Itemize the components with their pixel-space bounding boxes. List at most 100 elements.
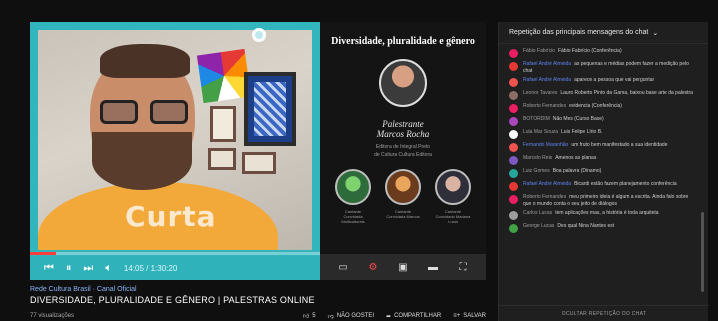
chat-message-text: Amenos as planas <box>555 155 597 161</box>
chat-message: Carlos Lucas tem aplicações mas, a histór… <box>509 210 696 220</box>
thumbs-up-icon: 👍︎ <box>302 314 310 320</box>
chat-scrollbar[interactable] <box>701 212 704 292</box>
chat-author-name[interactable]: Rafael André Almeida <box>523 181 571 187</box>
thumbs-down-icon: 👎︎ <box>327 314 334 320</box>
chat-author-name[interactable]: Leonor Tavares <box>523 90 557 96</box>
chat-message-text: Bicardi estão fazem planejamento conferê… <box>574 181 677 187</box>
chat-author-avatar[interactable] <box>509 224 518 233</box>
dislike-button[interactable]: 👎︎ NÃO GOSTEI <box>328 312 374 320</box>
next-icon[interactable]: ⏭ <box>83 262 93 275</box>
chat-author-avatar[interactable] <box>509 91 518 100</box>
chat-message-text: tem aplicações mas, a história é toda ar… <box>555 210 659 216</box>
chat-author-name[interactable]: Roberto Fernandes <box>523 194 566 200</box>
chat-author-avatar[interactable] <box>509 117 518 126</box>
speaker-description: Editora de Integral Preto de Cultura Cul… <box>374 144 432 158</box>
player-controls: ⏮ ⏸ ⏭ 🔈︎ 14:05 / 1:30:20 <box>30 256 320 280</box>
chat-message-text: Des qual Nina Nantes est <box>557 223 615 229</box>
live-indicator-icon <box>252 28 266 42</box>
youtube-live-page: Curta ⏮ ⏸ ⏭ 🔈︎ 14:05 / 1:30:20 Diversida… <box>0 0 718 321</box>
like-button[interactable]: 👍︎ 5 <box>303 312 316 320</box>
share-button[interactable]: ➦ COMPARTILHAR <box>386 313 441 320</box>
chat-author-name[interactable]: Rafael André Almeida <box>523 61 571 67</box>
chat-author-name[interactable]: Marcelo Reis <box>523 155 552 161</box>
guest-avatar <box>335 169 371 205</box>
pause-icon[interactable]: ⏸ <box>66 262 72 275</box>
chat-message: Marcelo Reis Amenos as planas <box>509 155 696 165</box>
save-button[interactable]: ≡+ SALVAR <box>453 313 486 319</box>
chat-author-name[interactable]: Lula Mar Souza <box>523 129 558 135</box>
chat-message: George Lucas Des qual Nina Nantes est <box>509 223 696 233</box>
chat-author-name[interactable]: Carlos Lucas <box>523 210 552 216</box>
chat-author-name[interactable]: Fábio Fabrício <box>523 48 555 54</box>
hide-chat-replay-button[interactable]: OCULTAR REPETIÇÃO DO CHAT <box>499 305 709 321</box>
slide-title: Diversidade, pluralidade e gênero <box>331 36 475 47</box>
previous-icon[interactable]: ⏮ <box>44 262 54 275</box>
chat-message: Fernando Maranhão um fruto bem manifestad… <box>509 142 696 152</box>
guest-card: Cantante Convidada Marcos <box>383 169 423 224</box>
chat-author-avatar[interactable] <box>509 156 518 165</box>
chat-message: Roberto Fernandes evidencia (Conferência) <box>509 103 696 113</box>
chat-header[interactable]: Repetição das principais mensagens do ch… <box>499 22 708 44</box>
guest-avatar <box>435 169 471 205</box>
chat-author-avatar[interactable] <box>509 195 518 204</box>
chat-message: Fábio Fabrício Fábio Fabrício (Conferênci… <box>509 48 696 58</box>
chat-message-text: evidencia (Conferência) <box>569 103 622 109</box>
chat-message-text: Fábio Fabrício (Conferência) <box>557 48 622 54</box>
chat-author-name[interactable]: Luiz Gomes <box>523 168 550 174</box>
player-right-controls: ▭ ⚙ ▣ ▬ ⛶ <box>320 254 486 280</box>
chat-message-text: um fruto bem manifestado a sua identidad… <box>571 142 668 148</box>
video-player[interactable]: Curta ⏮ ⏸ ⏭ 🔈︎ 14:05 / 1:30:20 Diversida… <box>30 22 486 280</box>
chat-author-avatar[interactable] <box>509 49 518 58</box>
chat-author-name[interactable]: George Lucas <box>523 223 554 229</box>
volume-icon[interactable]: 🔈︎ <box>105 262 112 275</box>
share-icon: ➦ <box>386 313 392 320</box>
chat-message: Luiz Gomes Boa palavra (Dinamo) <box>509 168 696 178</box>
chat-replay-panel: Repetição das principais mensagens do ch… <box>498 22 709 321</box>
channel-name[interactable]: Rede Cultura Brasil · Canal Oficial <box>30 286 137 293</box>
chat-message-text: aparece a pessoa que vai perguntar <box>574 77 655 83</box>
chat-message: BOTORDIM Não Mes (Curso Base) <box>509 116 696 126</box>
chat-message: Rafael André Almeida as pequenas e médias… <box>509 61 696 74</box>
time-display: 14:05 / 1:30:20 <box>123 263 178 273</box>
chat-author-avatar[interactable] <box>509 169 518 178</box>
chat-message: Lula Mar Souza Luis Felipe Lírio B. <box>509 129 696 139</box>
chat-author-name[interactable]: Fernando Maranhão <box>523 142 568 148</box>
guest-card: Cantante Convidado Mariana Lucia <box>433 169 473 224</box>
view-count: 77 visualizações <box>30 313 75 319</box>
chat-author-avatar[interactable] <box>509 182 518 191</box>
speaker-role: Palestrante <box>382 119 424 129</box>
presentation-slide: Diversidade, pluralidade e gênero Palest… <box>320 22 486 280</box>
chat-message-text: Boa palavra (Dinamo) <box>552 168 602 174</box>
fullscreen-icon[interactable]: ⛶ <box>456 261 470 273</box>
chevron-down-icon: ⌄ <box>652 29 659 37</box>
speaker-name: Marcos Rocha <box>376 129 430 139</box>
chat-message: Leonor Tavares Lauro Roberto Pinto da Gam… <box>509 90 696 100</box>
subtitles-icon[interactable]: ▭ <box>336 261 350 273</box>
chat-message: Rafael André Almeida aparece a pessoa que… <box>509 77 696 87</box>
guest-list: Cantante Convidada Multiculturais Cantant… <box>320 169 486 224</box>
chat-author-avatar[interactable] <box>509 143 518 152</box>
progress-bar[interactable] <box>30 252 320 255</box>
chat-message-text: Lauro Roberto Pinto da Gama, baixou base… <box>560 90 693 96</box>
chat-author-name[interactable]: Rafael André Almeida <box>523 77 571 83</box>
guest-card: Cantante Convidada Multiculturais <box>333 169 373 224</box>
chat-author-avatar[interactable] <box>509 62 518 71</box>
webcam-feed: Curta ⏮ ⏸ ⏭ 🔈︎ 14:05 / 1:30:20 <box>30 22 320 280</box>
chat-author-name[interactable]: BOTORDIM <box>523 116 550 122</box>
chat-author-avatar[interactable] <box>509 211 518 220</box>
video-title: DIVERSIDADE, PLURALIDADE E GÊNERO | PALE… <box>30 295 315 305</box>
chat-author-avatar[interactable] <box>509 130 518 139</box>
chat-message-text: Luis Felipe Lírio B. <box>561 129 603 135</box>
settings-icon[interactable]: ⚙ <box>366 261 380 273</box>
chat-author-avatar[interactable] <box>509 78 518 87</box>
chat-message-text: Não Mes (Curso Base) <box>552 116 604 122</box>
chat-message: Roberto Fernandes meu primeiro ideia é al… <box>509 194 696 207</box>
chat-author-avatar[interactable] <box>509 104 518 113</box>
speaker-avatar <box>379 59 427 107</box>
chat-message: Rafael André Almeida Bicardi estão fazem … <box>509 181 696 191</box>
miniplayer-icon[interactable]: ▣ <box>396 261 410 273</box>
theater-mode-icon[interactable]: ▬ <box>426 261 440 273</box>
camera-frame-border <box>30 22 320 280</box>
video-meta-row: 77 visualizações 👍︎ 5 👎︎ NÃO GOSTEI ➦ COMPA… <box>30 312 486 320</box>
chat-author-name[interactable]: Roberto Fernandes <box>523 103 566 109</box>
